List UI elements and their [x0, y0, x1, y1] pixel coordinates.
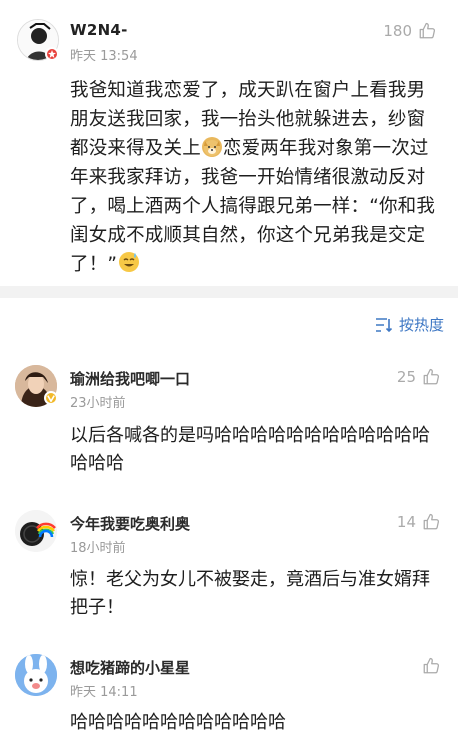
comment-like-button[interactable]: 14: [397, 513, 440, 531]
main-post: W2N4- 昨天 13:54 180 我爸知道我恋爱了，成天趴在窗户上看我男朋友…: [0, 0, 458, 286]
section-divider: [0, 286, 458, 298]
post-time: 昨天 13:54: [70, 49, 138, 64]
thumbs-up-icon: [423, 513, 440, 530]
comment-like-button[interactable]: [416, 657, 440, 675]
commenter-avatar[interactable]: [15, 510, 57, 552]
post-like-button[interactable]: 180: [383, 22, 436, 40]
thumbs-up-icon: [419, 22, 436, 39]
comment-item: 今年我要吃奥利奥 18小时前 14 惊！老父为女儿不被娶走，竟酒后与准女婿拜把子…: [0, 490, 458, 635]
thumbs-up-icon: [423, 368, 440, 385]
comment-time: 23小时前: [70, 396, 126, 411]
comment-item: 想吃猪蹄的小星星 昨天 14:11 哈哈哈哈哈哈哈哈哈哈哈哈: [0, 635, 458, 745]
comment-author-name[interactable]: 想吃猪蹄的小星星: [70, 657, 190, 678]
post-author-name[interactable]: W2N4-: [70, 21, 128, 39]
rabbit-avatar-icon: [15, 654, 57, 696]
doge-emoji-icon: [201, 137, 222, 157]
post-body: 我爸知道我恋爱了，成天趴在窗户上看我男朋友送我回家，我一抬头他就躲进去，纱窗都没…: [70, 76, 442, 279]
comment-author-name[interactable]: 今年我要吃奥利奥: [70, 513, 190, 534]
sort-by-popularity-button[interactable]: 按热度: [375, 314, 444, 335]
oreo-avatar-icon: [15, 510, 57, 552]
sort-label: 按热度: [398, 316, 444, 334]
verified-badge-icon: [44, 391, 58, 405]
verified-badge-icon: [45, 47, 59, 61]
sort-icon: [375, 317, 393, 332]
comment-like-count: 14: [396, 513, 416, 531]
comment-time: 昨天 14:11: [70, 685, 138, 700]
commenter-avatar[interactable]: [15, 654, 57, 696]
post-like-count: 180: [383, 22, 412, 40]
comment-time: 18小时前: [70, 541, 126, 556]
thumbs-up-icon: [423, 657, 440, 674]
sweat-smile-emoji-icon: [118, 251, 140, 272]
comment-text: 惊！老父为女儿不被娶走，竟酒后与准女婿拜把子！: [70, 569, 430, 618]
comment-like-button[interactable]: 25: [397, 368, 440, 386]
comment-text: 以后各喊各的是吗哈哈哈哈哈哈哈哈哈哈哈哈哈哈哈: [70, 425, 430, 474]
comment-sort-bar: 按热度: [0, 298, 458, 348]
comment-text: 哈哈哈哈哈哈哈哈哈哈哈哈: [70, 712, 286, 733]
comment-like-count: 25: [396, 368, 416, 386]
comment-author-name[interactable]: 瑜洲给我吧唧一口: [70, 368, 190, 389]
comment-item: 瑜洲给我吧唧一口 23小时前 25 以后各喊各的是吗哈哈哈哈哈哈哈哈哈哈哈哈哈哈…: [0, 348, 458, 490]
